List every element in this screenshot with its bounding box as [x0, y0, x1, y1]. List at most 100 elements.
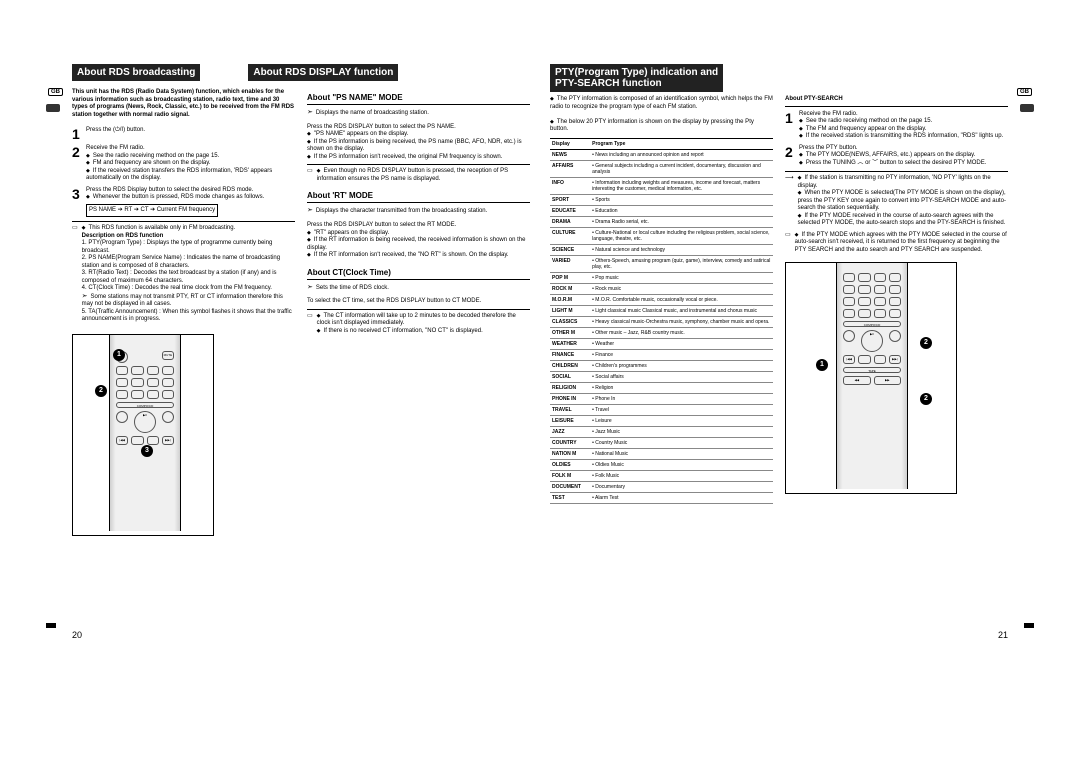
callout-2: 2: [95, 385, 107, 397]
rn3: If the PTY MODE received in the course o…: [798, 213, 1006, 227]
pty-type-cell: • Documentary: [590, 481, 773, 492]
remote-button: |◀◀: [843, 355, 855, 364]
pty-display-cell: DRAMA: [550, 216, 590, 227]
remote-button: [889, 330, 901, 342]
pty-display-cell: SCIENCE: [550, 244, 590, 255]
pty-th-display: Display: [550, 138, 590, 149]
pty-display-cell: CULTURE: [550, 227, 590, 244]
r-step-body-2: Press the PTY button. The PTY MODE(NEWS,…: [799, 145, 1008, 168]
pty-display-cell: VARIED: [550, 255, 590, 272]
ct-head: About CT(Clock Time): [307, 268, 530, 280]
table-row: EDUCATE• Education: [550, 205, 773, 216]
col-right-a: The PTY information is composed of an id…: [550, 96, 773, 504]
r-notes-1: ⟶ If the station is transmitting no PTY …: [785, 175, 1008, 228]
pty-type-cell: • Sports: [590, 194, 773, 205]
rds-mode-flow: PS NAME ➔ RT ➔ CT ➔ Current FM frequency: [86, 204, 218, 218]
table-row: VARIED• Others-Speech, amusing program (…: [550, 255, 773, 272]
ps3: "PS NAME" appears on the display.: [307, 131, 408, 137]
pty-display-cell: DOCUMENT: [550, 481, 590, 492]
page-bar-left: [46, 623, 56, 628]
pty-display-cell: COUNTRY: [550, 437, 590, 448]
remote-button: [147, 390, 159, 399]
table-row: DRAMA• Drama Radio serial, etc.: [550, 216, 773, 227]
pty-display-cell: JAZZ: [550, 426, 590, 437]
header-rds-broadcast: About RDS broadcasting: [72, 64, 200, 81]
remote-button: [131, 390, 143, 399]
remote-button: [874, 285, 886, 294]
step-1: 1 Press the (⏻/I) button.: [72, 127, 295, 141]
pty-display-cell: PHONE IN: [550, 393, 590, 404]
remote-button: MUTE: [162, 351, 174, 360]
rn4: If the PTY MODE which agrees with the PT…: [795, 232, 1007, 253]
pty-type-cell: • Folk Music: [590, 470, 773, 481]
pty-type-cell: • Rock music: [590, 283, 773, 294]
pty-type-cell: • Natural science and technology: [590, 244, 773, 255]
page-right: GB PTY(Program Type) indication and PTY-…: [540, 60, 1018, 640]
table-row: SPORT• Sports: [550, 194, 773, 205]
pty-type-cell: • Oldies Music: [590, 459, 773, 470]
callout-1: 1: [113, 349, 125, 361]
header-rds-display: About RDS DISPLAY function: [248, 64, 398, 81]
rt1: Displays the character transmitted from …: [307, 208, 487, 214]
table-row: INFO• Information including weights and …: [550, 177, 773, 194]
step-num-3: 3: [72, 187, 82, 218]
remote-button: [858, 273, 870, 282]
intro-text: This unit has the RDS (Radio Data System…: [72, 89, 295, 119]
table-row: POP M• Pop music: [550, 272, 773, 283]
remote-button: [147, 366, 159, 375]
pty-type-cell: • Education: [590, 205, 773, 216]
remote-button: [889, 297, 901, 306]
ps-note: Even though no RDS DISPLAY button is pre…: [317, 168, 530, 183]
pty-type-cell: • National Music: [590, 448, 773, 459]
remote-label: COMPO/CD: [843, 321, 901, 327]
pty-type-cell: • Weather: [590, 338, 773, 349]
pty-type-cell: • News including an announced opinion an…: [590, 149, 773, 160]
pty-type-cell: • Drama Radio serial, etc.: [590, 216, 773, 227]
r-step-num-1: 1: [785, 111, 795, 141]
callout-3: 3: [141, 445, 153, 457]
remote-button: [131, 378, 143, 387]
remote-button: [843, 285, 855, 294]
table-row: NEWS• News including an announced opinio…: [550, 149, 773, 160]
callout-2r: 2: [920, 337, 932, 349]
page-bar-right: [1024, 623, 1034, 628]
col-right-b: About PTY-SEARCH 1 Receive the FM radio.…: [785, 96, 1008, 504]
header-pty: PTY(Program Type) indication and PTY-SEA…: [550, 64, 723, 92]
r-step-2: 2 Press the PTY button. The PTY MODE(NEW…: [785, 145, 1008, 168]
table-row: JAZZ• Jazz Music: [550, 426, 773, 437]
pty-display-cell: SOCIAL: [550, 371, 590, 382]
table-row: ROCK M• Rock music: [550, 283, 773, 294]
right-intro: The PTY information is composed of an id…: [550, 96, 773, 134]
pty-type-cell: • Social affairs: [590, 371, 773, 382]
rs2c: Press the TUNING ︿ or ﹀ button to select…: [799, 160, 986, 166]
pty-display-cell: AFFAIRS: [550, 160, 590, 177]
rs2a: Press the PTY button.: [799, 145, 858, 151]
pty-type-cell: • Other music – Jazz, R&B country music.: [590, 327, 773, 338]
remote-button: [147, 378, 159, 387]
pty-display-cell: FINANCE: [550, 349, 590, 360]
ps4: If the PS information is being received,…: [307, 139, 522, 153]
note-1: 1. PTY(Program Type) : Displays the type…: [82, 240, 273, 254]
step-3: 3 Press the RDS Display button to select…: [72, 187, 295, 218]
right-columns: The PTY information is composed of an id…: [550, 96, 1008, 504]
table-row: FINANCE• Finance: [550, 349, 773, 360]
step-body-1: Press the (⏻/I) button.: [86, 127, 295, 141]
step-body-2: Receive the FM radio. See the radio rece…: [86, 145, 295, 183]
note-3: 3. RT(Radio Text) : Decodes the text bro…: [82, 270, 277, 284]
pty-display-cell: INFO: [550, 177, 590, 194]
rt-body: Displays the character transmitted from …: [307, 207, 530, 259]
remote-button: [162, 366, 174, 375]
table-row: CULTURE• Culture-National or local cultu…: [550, 227, 773, 244]
remote-button: ◀◀: [843, 376, 871, 385]
pty-type-cell: • Heavy classical music-Orchestra music,…: [590, 316, 773, 327]
s2a: Receive the FM radio.: [86, 145, 145, 151]
remote-button: [843, 309, 855, 318]
pointer-icon: ⟶: [785, 175, 794, 228]
remote-button: [889, 285, 901, 294]
table-row: CHILDREN• Children's programmes: [550, 360, 773, 371]
step-num-1: 1: [72, 127, 82, 141]
remote-button: [874, 309, 886, 318]
step-body-3: Press the RDS Display button to select t…: [86, 187, 295, 218]
remote-button: ▶▶|: [162, 436, 174, 445]
page-num-right: 21: [998, 630, 1008, 640]
